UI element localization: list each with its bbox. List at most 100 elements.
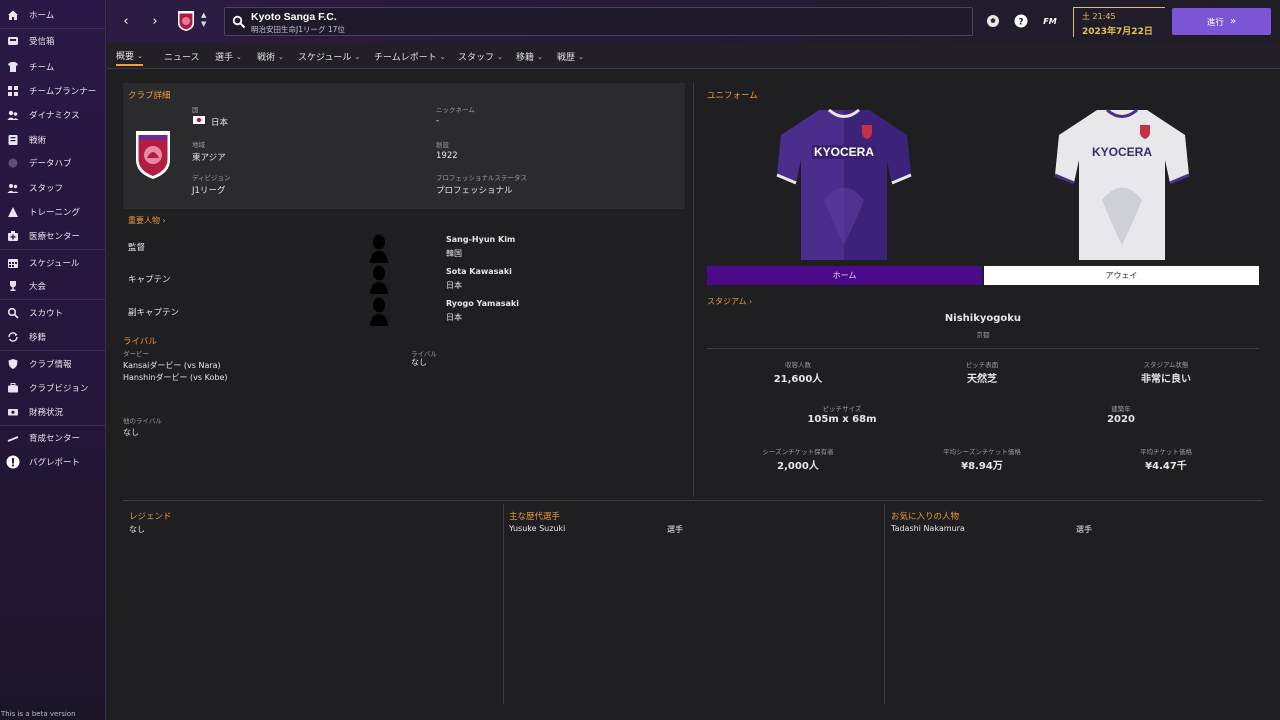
division-value[interactable]: J1リーグ xyxy=(192,184,225,196)
sidebar-item-schedule[interactable]: スケジュール xyxy=(0,253,106,273)
manager-photo-icon xyxy=(370,234,388,263)
key-people-title[interactable]: 重要人物 › xyxy=(128,215,166,226)
sidebar-item-transfers[interactable]: 移籍 xyxy=(0,327,106,347)
chevron-right-icon: › xyxy=(152,13,158,29)
sidebar-item-home[interactable]: ホーム xyxy=(0,5,106,25)
sidebar-label: トレーニング xyxy=(29,208,81,218)
sidebar-item-scouting[interactable]: スカウト xyxy=(0,303,106,323)
capacity-label: 収容人数 xyxy=(785,361,811,369)
sidebar-label: 財務状況 xyxy=(29,408,64,418)
current-date: 2023年7月22日 xyxy=(1082,27,1153,37)
sidebar-item-finances[interactable]: 財務状況 xyxy=(0,402,106,422)
sidebar-label: チーム xyxy=(29,63,55,73)
tactics-icon xyxy=(5,132,21,148)
tab-label: チームレポート xyxy=(374,53,437,63)
sidebar-item-team-planner[interactable]: チームプランナー xyxy=(0,81,106,101)
founded-label: 創設 xyxy=(436,141,449,149)
sidebar-item-team[interactable]: チーム xyxy=(0,57,106,77)
sidebar-item-dynamics[interactable]: ダイナミクス xyxy=(0,105,106,125)
current-time: 土 21:45 xyxy=(1082,12,1116,21)
home-kit-tab[interactable]: ホーム xyxy=(707,266,982,285)
avg-season-ticket-value: ¥8.94万 xyxy=(961,461,1003,472)
game-menu-button[interactable] xyxy=(985,13,1001,29)
sidebar-item-tactics[interactable]: 戦術 xyxy=(0,130,106,150)
home-kit-image[interactable]: KYOCERA xyxy=(774,105,914,265)
club-tab-bar: 概要 ⌄ ニュース 選手 ⌄ 戦術 ⌄ スケジュール ⌄ チームレポート ⌄ スタッフ ⌄ … xyxy=(107,43,1280,69)
tab-label: スタッフ xyxy=(458,53,495,63)
capacity-value: 21,600人 xyxy=(773,374,823,385)
tab-news[interactable]: ニュース xyxy=(164,47,200,66)
sidebar-label: ダイナミクス xyxy=(29,111,80,121)
stadium-title[interactable]: スタジアム › xyxy=(707,296,752,307)
sidebar-item-development[interactable]: 育成センター xyxy=(0,428,106,448)
inbox-icon xyxy=(5,33,21,49)
club-league-position[interactable]: 明治安田生命J1リーグ 17位 xyxy=(251,24,345,35)
chevron-down-icon: ⌄ xyxy=(537,52,543,61)
chevron-down-icon: ⌄ xyxy=(278,52,284,61)
sidebar-item-data-hub[interactable]: データハブ xyxy=(0,153,106,173)
tab-team-report[interactable]: チームレポート ⌄ xyxy=(374,47,446,66)
back-button[interactable]: ‹ xyxy=(117,12,135,30)
tab-transfers[interactable]: 移籍 ⌄ xyxy=(516,47,543,66)
derby-item[interactable]: Hanshinダービー (vs Kobe) xyxy=(123,372,228,383)
trophy-icon xyxy=(5,278,21,294)
tab-overview[interactable]: 概要 ⌄ xyxy=(116,47,143,66)
briefcase-icon xyxy=(5,380,21,396)
sidebar-item-club-info[interactable]: クラブ情報 xyxy=(0,354,106,374)
sidebar-item-club-vision[interactable]: クラブビジョン xyxy=(0,378,106,398)
vice-captain-name[interactable]: Ryogo Yamasaki xyxy=(446,299,519,308)
sidebar-label: 受信箱 xyxy=(29,37,55,47)
club-badge-icon xyxy=(136,131,170,179)
stadium-condition-value: 非常に良い xyxy=(1141,374,1191,385)
away-kit-image[interactable]: KYOCERA xyxy=(1052,105,1192,265)
sidebar-label: ホーム xyxy=(29,11,55,21)
sidebar-item-competitions[interactable]: 大会 xyxy=(0,276,106,296)
club-great-name[interactable]: Yusuke Suzuki xyxy=(509,524,565,533)
role-vice-captain: 副キャプテン xyxy=(128,308,180,318)
stadium-city[interactable]: 京都 xyxy=(883,329,1083,339)
manager-name[interactable]: Sang-Hyun Kim xyxy=(446,235,515,244)
home-kit-sponsor: KYOCERA xyxy=(814,145,874,159)
favourite-person-name[interactable]: Tadashi Nakamura xyxy=(891,524,965,533)
tab-label: 戦歴 xyxy=(557,53,576,63)
away-kit-tab[interactable]: アウェイ xyxy=(984,266,1259,285)
sidebar-item-training[interactable]: トレーニング xyxy=(0,202,106,222)
sidebar-label: チームプランナー xyxy=(29,87,97,97)
tab-history[interactable]: 戦歴 ⌄ xyxy=(557,47,584,66)
tab-players[interactable]: 選手 ⌄ xyxy=(215,47,242,66)
built-year-value: 2020 xyxy=(1107,414,1135,425)
bottom-column-divider xyxy=(503,504,504,704)
sidebar-item-staff[interactable]: スタッフ xyxy=(0,178,106,198)
continue-button[interactable]: 進行 » xyxy=(1172,8,1271,35)
bottom-divider xyxy=(123,500,1263,501)
fm-button[interactable]: FM xyxy=(1041,13,1059,29)
region-value[interactable]: 東アジア xyxy=(192,151,226,163)
forward-button[interactable]: › xyxy=(146,12,164,30)
bottom-column-divider xyxy=(884,504,885,704)
sidebar-label: データハブ xyxy=(29,159,72,169)
chevron-down-icon: ⌄ xyxy=(236,52,242,61)
sidebar-item-medical[interactable]: 医療センター xyxy=(0,226,106,246)
column-divider xyxy=(693,83,694,497)
help-button[interactable]: ? xyxy=(1013,13,1029,29)
sidebar-item-bug-report[interactable]: バグレポート xyxy=(0,452,106,472)
tab-staff[interactable]: スタッフ ⌄ xyxy=(458,47,503,66)
date-display[interactable]: 土 21:45 2023年7月22日 xyxy=(1073,7,1165,37)
shirt-icon xyxy=(5,59,21,75)
status-label: プロフェッショナルステータス xyxy=(436,174,527,182)
club-crest-icon[interactable] xyxy=(177,10,195,32)
derby-item[interactable]: Kansaiダービー (vs Nara) xyxy=(123,360,221,371)
sidebar-item-inbox[interactable]: 受信箱 xyxy=(0,31,106,51)
tab-schedule[interactable]: スケジュール ⌄ xyxy=(298,47,360,66)
tab-label: 戦術 xyxy=(257,53,276,63)
captain-name[interactable]: Sota Kawasaki xyxy=(446,267,512,276)
club-switcher-button[interactable]: ▲ ▼ xyxy=(201,11,206,29)
search-bar[interactable]: Kyoto Sanga F.C. 明治安田生命J1リーグ 17位 xyxy=(224,7,973,36)
nation-value[interactable]: 日本 xyxy=(211,116,228,128)
football-icon xyxy=(987,15,999,27)
season-ticket-holders-value: 2,000人 xyxy=(777,461,819,472)
pitch-surface-value: 天然芝 xyxy=(967,374,997,385)
nickname-value: - xyxy=(436,116,440,126)
tab-tactics[interactable]: 戦術 ⌄ xyxy=(257,47,284,66)
home-icon xyxy=(5,7,21,23)
